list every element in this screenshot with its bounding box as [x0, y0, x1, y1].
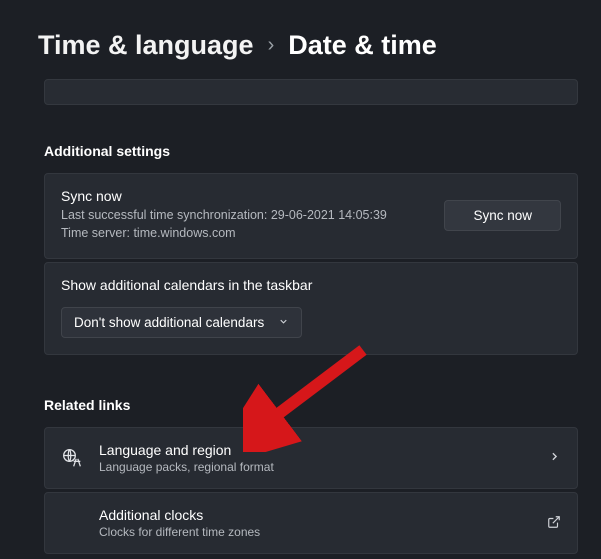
breadcrumb: Time & language › Date & time	[0, 0, 601, 61]
chevron-down-icon	[278, 316, 289, 330]
link-additional-clocks[interactable]: Additional clocks Clocks for different t…	[44, 492, 578, 554]
link-clocks-sub: Clocks for different time zones	[99, 525, 531, 539]
breadcrumb-parent[interactable]: Time & language	[38, 30, 254, 61]
calendars-selected: Don't show additional calendars	[74, 315, 264, 330]
sync-server-line: Time server: time.windows.com	[61, 224, 387, 242]
link-language-and-region[interactable]: Language and region Language packs, regi…	[44, 427, 578, 489]
card-additional-calendars: Show additional calendars in the taskbar…	[44, 262, 578, 355]
calendars-label: Show additional calendars in the taskbar	[61, 277, 561, 293]
chevron-right-icon: ›	[268, 34, 275, 57]
sync-title: Sync now	[61, 188, 387, 204]
section-related-links: Related links	[44, 397, 578, 413]
open-external-icon	[547, 515, 561, 532]
link-language-title: Language and region	[99, 442, 532, 458]
sync-now-button[interactable]: Sync now	[444, 200, 561, 231]
card-placeholder	[44, 79, 578, 105]
sync-last-line: Last successful time synchronization: 29…	[61, 206, 387, 224]
breadcrumb-current: Date & time	[288, 30, 437, 61]
link-clocks-title: Additional clocks	[99, 507, 531, 523]
section-additional-settings: Additional settings	[44, 143, 578, 159]
link-language-sub: Language packs, regional format	[99, 460, 532, 474]
globe-translate-icon	[61, 448, 83, 468]
card-sync-now: Sync now Last successful time synchroniz…	[44, 173, 578, 259]
chevron-right-icon	[548, 450, 561, 466]
calendars-dropdown[interactable]: Don't show additional calendars	[61, 307, 302, 338]
